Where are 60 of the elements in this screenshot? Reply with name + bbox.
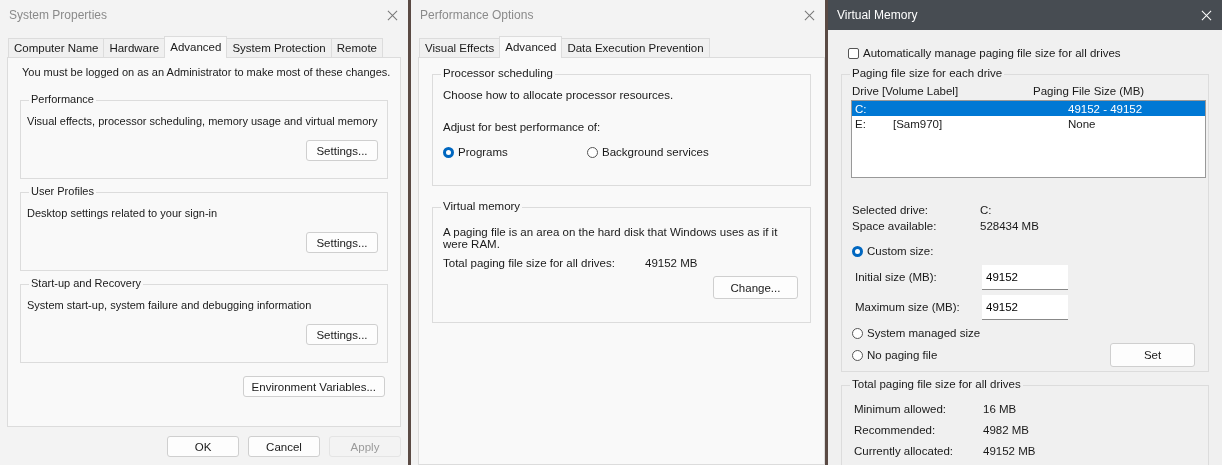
tab[interactable]: Data Execution Prevention (561, 38, 710, 57)
tab[interactable]: Advanced (164, 36, 228, 58)
total-value: 16 MB (983, 402, 1017, 415)
info-value: C: (980, 204, 992, 216)
input-field[interactable]: 49152 (982, 294, 1068, 320)
radio-option[interactable]: No paging file (852, 349, 996, 361)
environment-variables-button[interactable]: Environment Variables... (242, 376, 385, 397)
field-label: Maximum size (MB): (855, 301, 961, 313)
radio-option[interactable]: Background services (587, 146, 731, 158)
total-value: 49152 MB (983, 444, 1036, 457)
dialog-button[interactable]: Cancel (248, 436, 320, 457)
info-label: Selected drive: (852, 204, 930, 216)
tab[interactable]: System Protection (226, 38, 332, 57)
notice-text: You must be logged on as an Administrator to make most of these changes. (21, 66, 392, 78)
tab[interactable]: Computer Name (8, 38, 105, 57)
group-title: Processor scheduling (441, 67, 555, 79)
settings-button[interactable]: Settings... (306, 324, 378, 345)
adjust-label: Adjust for best performance of: (443, 121, 602, 133)
tab[interactable]: Advanced (499, 36, 563, 58)
window-title: Virtual Memory (837, 8, 918, 22)
total-label: Minimum allowed: (854, 402, 947, 415)
total-label: Recommended: (854, 423, 937, 436)
description-text: System start-up, system failure and debugging information (27, 299, 313, 311)
total-value: 49152 MB (645, 257, 698, 269)
group-title: Start-up and Recovery (29, 277, 144, 289)
info-value: 528434 MB (980, 220, 1039, 232)
dialog-button[interactable]: OK (167, 436, 239, 457)
drive-row[interactable]: E: [Sam970] None (852, 116, 1205, 131)
group-title: Virtual memory (441, 200, 523, 212)
tab[interactable]: Remote (330, 38, 383, 57)
checkbox[interactable]: Automatically manage paging file size for all drives (848, 47, 1209, 59)
info-label: Space available: (852, 220, 938, 232)
column-header: Drive [Volume Label] (852, 85, 960, 99)
total-label: Total paging file size for all drives: (443, 257, 616, 269)
change-button[interactable]: Change... (713, 276, 798, 299)
radio-option[interactable]: Custom size: (852, 245, 996, 257)
drive-row[interactable]: C: 49152 - 49152 (852, 101, 1205, 116)
description-text: Choose how to allocate processor resources. (443, 89, 675, 101)
radio-option[interactable]: System managed size (852, 327, 996, 339)
total-value: 4982 MB (983, 423, 1029, 436)
group-title: Performance (29, 93, 96, 105)
group-title: User Profiles (29, 185, 96, 197)
field-label: Initial size (MB): (855, 271, 938, 283)
column-header: Paging File Size (MB) (1033, 85, 1145, 99)
group-title: Paging file size for each drive (850, 67, 1005, 79)
input-field[interactable]: 49152 (982, 264, 1068, 290)
tab[interactable]: Visual Effects (419, 38, 501, 57)
set-button[interactable]: Set (1110, 343, 1195, 367)
close-icon[interactable] (387, 9, 398, 21)
description-text: Desktop settings related to your sign-in (27, 207, 219, 219)
settings-button[interactable]: Settings... (306, 140, 378, 161)
window-title: Performance Options (420, 8, 534, 22)
settings-button[interactable]: Settings... (306, 232, 378, 253)
close-icon[interactable] (804, 9, 815, 21)
description-text: Visual effects, processor scheduling, memory usage and virtual memory (27, 115, 379, 127)
total-label: Currently allocated: (854, 444, 955, 457)
window-title: System Properties (9, 8, 108, 22)
description-text: A paging file is an area on the hard disk that Windows uses as if it were RAM. (443, 226, 779, 250)
group-title: Total paging file size for all drives (850, 378, 1023, 390)
radio-option[interactable]: Programs (443, 146, 587, 158)
